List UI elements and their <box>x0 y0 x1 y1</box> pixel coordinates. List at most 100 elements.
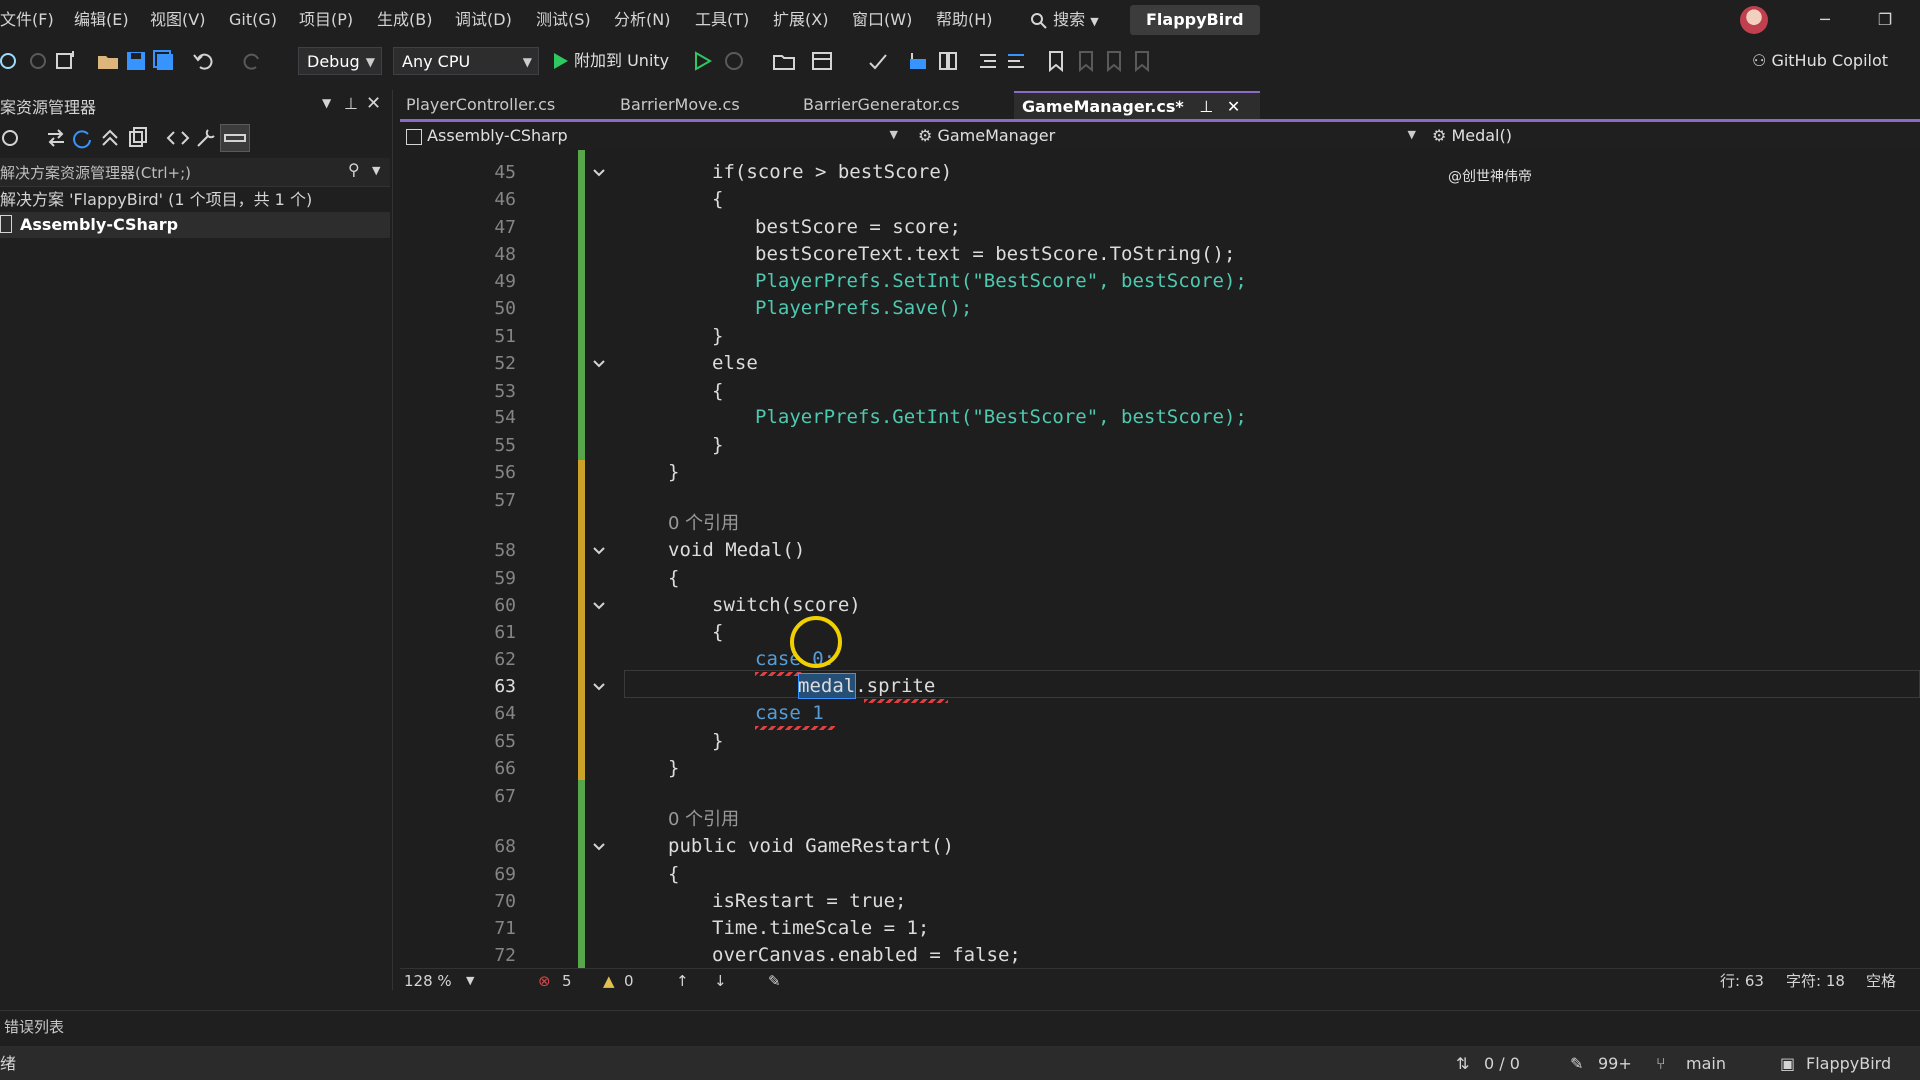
attach-unity-button[interactable]: 附加到 Unity <box>574 49 669 73</box>
code-line[interactable]: public void GameRestart() <box>668 833 954 860</box>
project-dropdown[interactable]: Assembly-CSharp ▼ <box>406 124 906 148</box>
repository-name[interactable]: FlappyBird <box>1806 1052 1891 1076</box>
menu-view[interactable]: 视图(V) <box>150 8 205 32</box>
fold-chevron-icon[interactable] <box>592 544 606 558</box>
spell-check-icon[interactable] <box>866 49 890 73</box>
tab-game-manager[interactable]: GameManager.cs* ⊥ ✕ <box>1014 91 1260 121</box>
bookmark-icon[interactable] <box>1044 49 1068 73</box>
code-line[interactable]: } <box>712 728 723 755</box>
code-line[interactable]: case 1 <box>755 700 824 727</box>
tab-barrier-move[interactable]: BarrierMove.cs <box>612 91 748 119</box>
browse-folder-icon[interactable] <box>772 49 796 73</box>
layout-icon[interactable] <box>810 49 834 73</box>
menu-build[interactable]: 生成(B) <box>377 8 432 32</box>
code-line[interactable]: if(score > bestScore) <box>712 159 952 186</box>
member-dropdown[interactable]: ⚙ Medal() <box>1432 124 1912 148</box>
code-line[interactable]: bestScoreText.text = bestScore.ToString(… <box>755 241 1235 268</box>
chevron-down-icon[interactable]: ▼ <box>466 969 474 993</box>
step-icon[interactable] <box>906 49 930 73</box>
code-line[interactable]: { <box>668 861 679 888</box>
code-line[interactable]: isRestart = true; <box>712 888 906 915</box>
error-count[interactable]: 5 <box>562 969 572 993</box>
code-lens-references[interactable]: 0 个引用 <box>668 806 739 833</box>
code-icon[interactable] <box>166 126 190 150</box>
cleanup-icon[interactable]: ✎ <box>768 969 781 993</box>
chevron-down-icon[interactable]: ▼ <box>322 96 331 110</box>
comment-icon[interactable] <box>976 49 1000 73</box>
save-all-icon[interactable] <box>152 49 176 73</box>
diff-icon[interactable] <box>936 49 960 73</box>
code-line[interactable]: { <box>712 378 723 405</box>
arrow-down-icon[interactable]: ↓ <box>714 969 727 993</box>
search-box[interactable]: 搜索 ▼ <box>1030 6 1099 34</box>
run-without-debug-icon[interactable] <box>690 49 714 73</box>
config-dropdown[interactable]: Debug ▼ <box>298 47 382 75</box>
chevron-down-icon[interactable]: ▼ <box>372 164 380 177</box>
redo-icon[interactable] <box>240 49 264 73</box>
fold-chevron-icon[interactable] <box>592 840 606 854</box>
code-line[interactable]: overCanvas.enabled = false; <box>712 942 1021 969</box>
close-icon[interactable]: ✕ <box>1227 97 1240 116</box>
code-line[interactable]: PlayerPrefs.Save(); <box>755 295 972 322</box>
code-line[interactable]: } <box>668 755 679 782</box>
platform-dropdown[interactable]: Any CPU ▼ <box>393 47 539 75</box>
code-line[interactable]: PlayerPrefs.SetInt("BestScore", bestScor… <box>755 268 1247 295</box>
uncomment-icon[interactable] <box>1004 49 1028 73</box>
solution-node[interactable]: 解决方案 'FlappyBird' (1 个项目，共 1 个) <box>0 188 312 212</box>
preview-toggle[interactable] <box>220 124 250 152</box>
warning-count[interactable]: 0 <box>624 969 634 993</box>
fold-chevron-icon[interactable] <box>592 599 606 613</box>
avatar[interactable] <box>1740 6 1768 34</box>
bookmark-next-icon[interactable] <box>1102 49 1126 73</box>
restore-button[interactable]: ❐ <box>1865 6 1905 34</box>
play-icon[interactable] <box>548 49 572 73</box>
arrow-up-icon[interactable]: ↑ <box>676 969 689 993</box>
code-line[interactable]: } <box>668 459 679 486</box>
code-line[interactable]: { <box>712 619 723 646</box>
save-icon[interactable] <box>124 49 148 73</box>
pin-icon[interactable]: ⊥ <box>1199 97 1213 116</box>
git-branch[interactable]: main <box>1686 1052 1726 1076</box>
pending-changes[interactable]: 99+ <box>1598 1052 1632 1076</box>
code-line-current[interactable]: medal.sprite <box>798 673 935 700</box>
menu-project[interactable]: 项目(P) <box>299 8 353 32</box>
sync-icon[interactable] <box>44 126 68 150</box>
sync-status[interactable]: 0 / 0 <box>1484 1052 1520 1076</box>
menu-file[interactable]: 文件(F) <box>0 8 54 32</box>
search-icon[interactable]: ⚲ <box>348 160 360 179</box>
fold-chevron-icon[interactable] <box>592 357 606 371</box>
fold-chevron-icon[interactable] <box>592 166 606 180</box>
properties-icon[interactable] <box>194 126 218 150</box>
code-line[interactable]: { <box>668 565 679 592</box>
menu-window[interactable]: 窗口(W) <box>852 8 912 32</box>
code-lens-references[interactable]: 0 个引用 <box>668 510 739 537</box>
menu-help[interactable]: 帮助(H) <box>936 8 993 32</box>
copy-icon[interactable] <box>126 126 150 150</box>
menu-git[interactable]: Git(G) <box>229 8 277 32</box>
menu-analyze[interactable]: 分析(N) <box>614 8 670 32</box>
code-line[interactable]: switch(score) <box>712 592 861 619</box>
menu-extensions[interactable]: 扩展(X) <box>773 8 828 32</box>
class-dropdown[interactable]: ⚙ GameManager ▼ <box>918 124 1424 148</box>
back-icon[interactable] <box>0 49 24 73</box>
undo-icon[interactable] <box>192 49 216 73</box>
hot-reload-icon[interactable] <box>722 49 746 73</box>
code-line[interactable]: Time.timeScale = 1; <box>712 915 929 942</box>
code-line[interactable]: void Medal() <box>668 537 805 564</box>
code-line[interactable]: { <box>712 186 723 213</box>
code-line[interactable]: } <box>712 323 723 350</box>
menu-edit[interactable]: 编辑(E) <box>74 8 129 32</box>
tab-barrier-generator[interactable]: BarrierGenerator.cs <box>795 91 968 119</box>
error-list-tab[interactable]: 错误列表 <box>4 1016 64 1037</box>
minimize-button[interactable]: ─ <box>1805 6 1845 34</box>
new-project-icon[interactable] <box>54 49 78 73</box>
menu-tools[interactable]: 工具(T) <box>695 8 749 32</box>
code-line[interactable]: PlayerPrefs.GetInt("BestScore", bestScor… <box>755 404 1247 431</box>
cursor-column[interactable]: 字符: 18 <box>1786 969 1845 993</box>
bookmark-prev-icon[interactable] <box>1074 49 1098 73</box>
fold-chevron-icon[interactable] <box>592 680 606 694</box>
menu-test[interactable]: 测试(S) <box>536 8 591 32</box>
history-icon[interactable] <box>0 126 24 150</box>
refresh-icon[interactable] <box>70 126 94 150</box>
bookmark-clear-icon[interactable] <box>1130 49 1154 73</box>
